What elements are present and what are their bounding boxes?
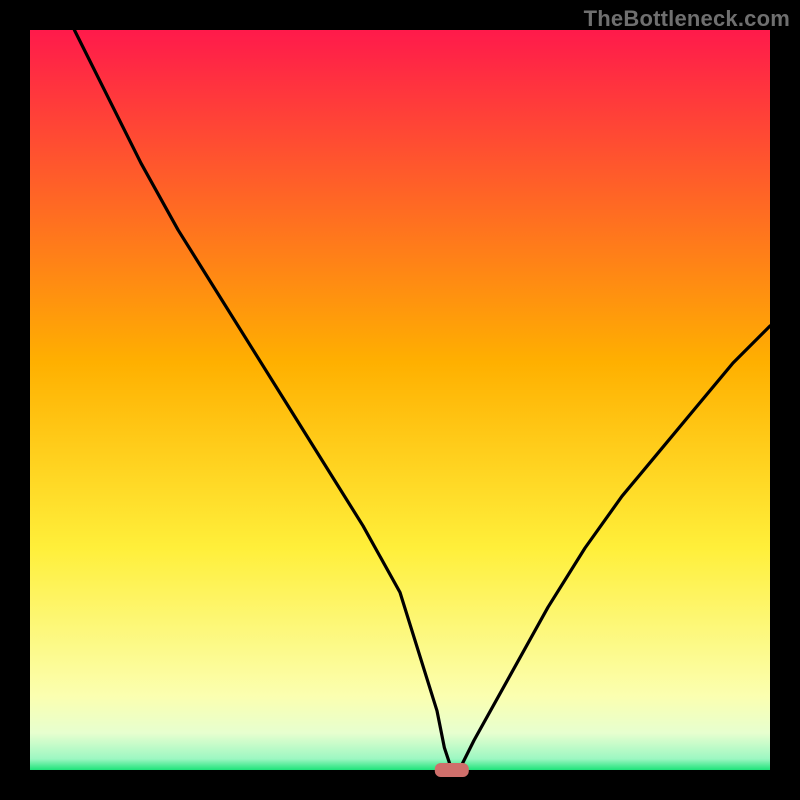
bottleneck-chart [0, 0, 800, 800]
chart-container: TheBottleneck.com [0, 0, 800, 800]
min-marker [435, 763, 469, 777]
plot-background [30, 30, 770, 770]
watermark-text: TheBottleneck.com [584, 6, 790, 32]
